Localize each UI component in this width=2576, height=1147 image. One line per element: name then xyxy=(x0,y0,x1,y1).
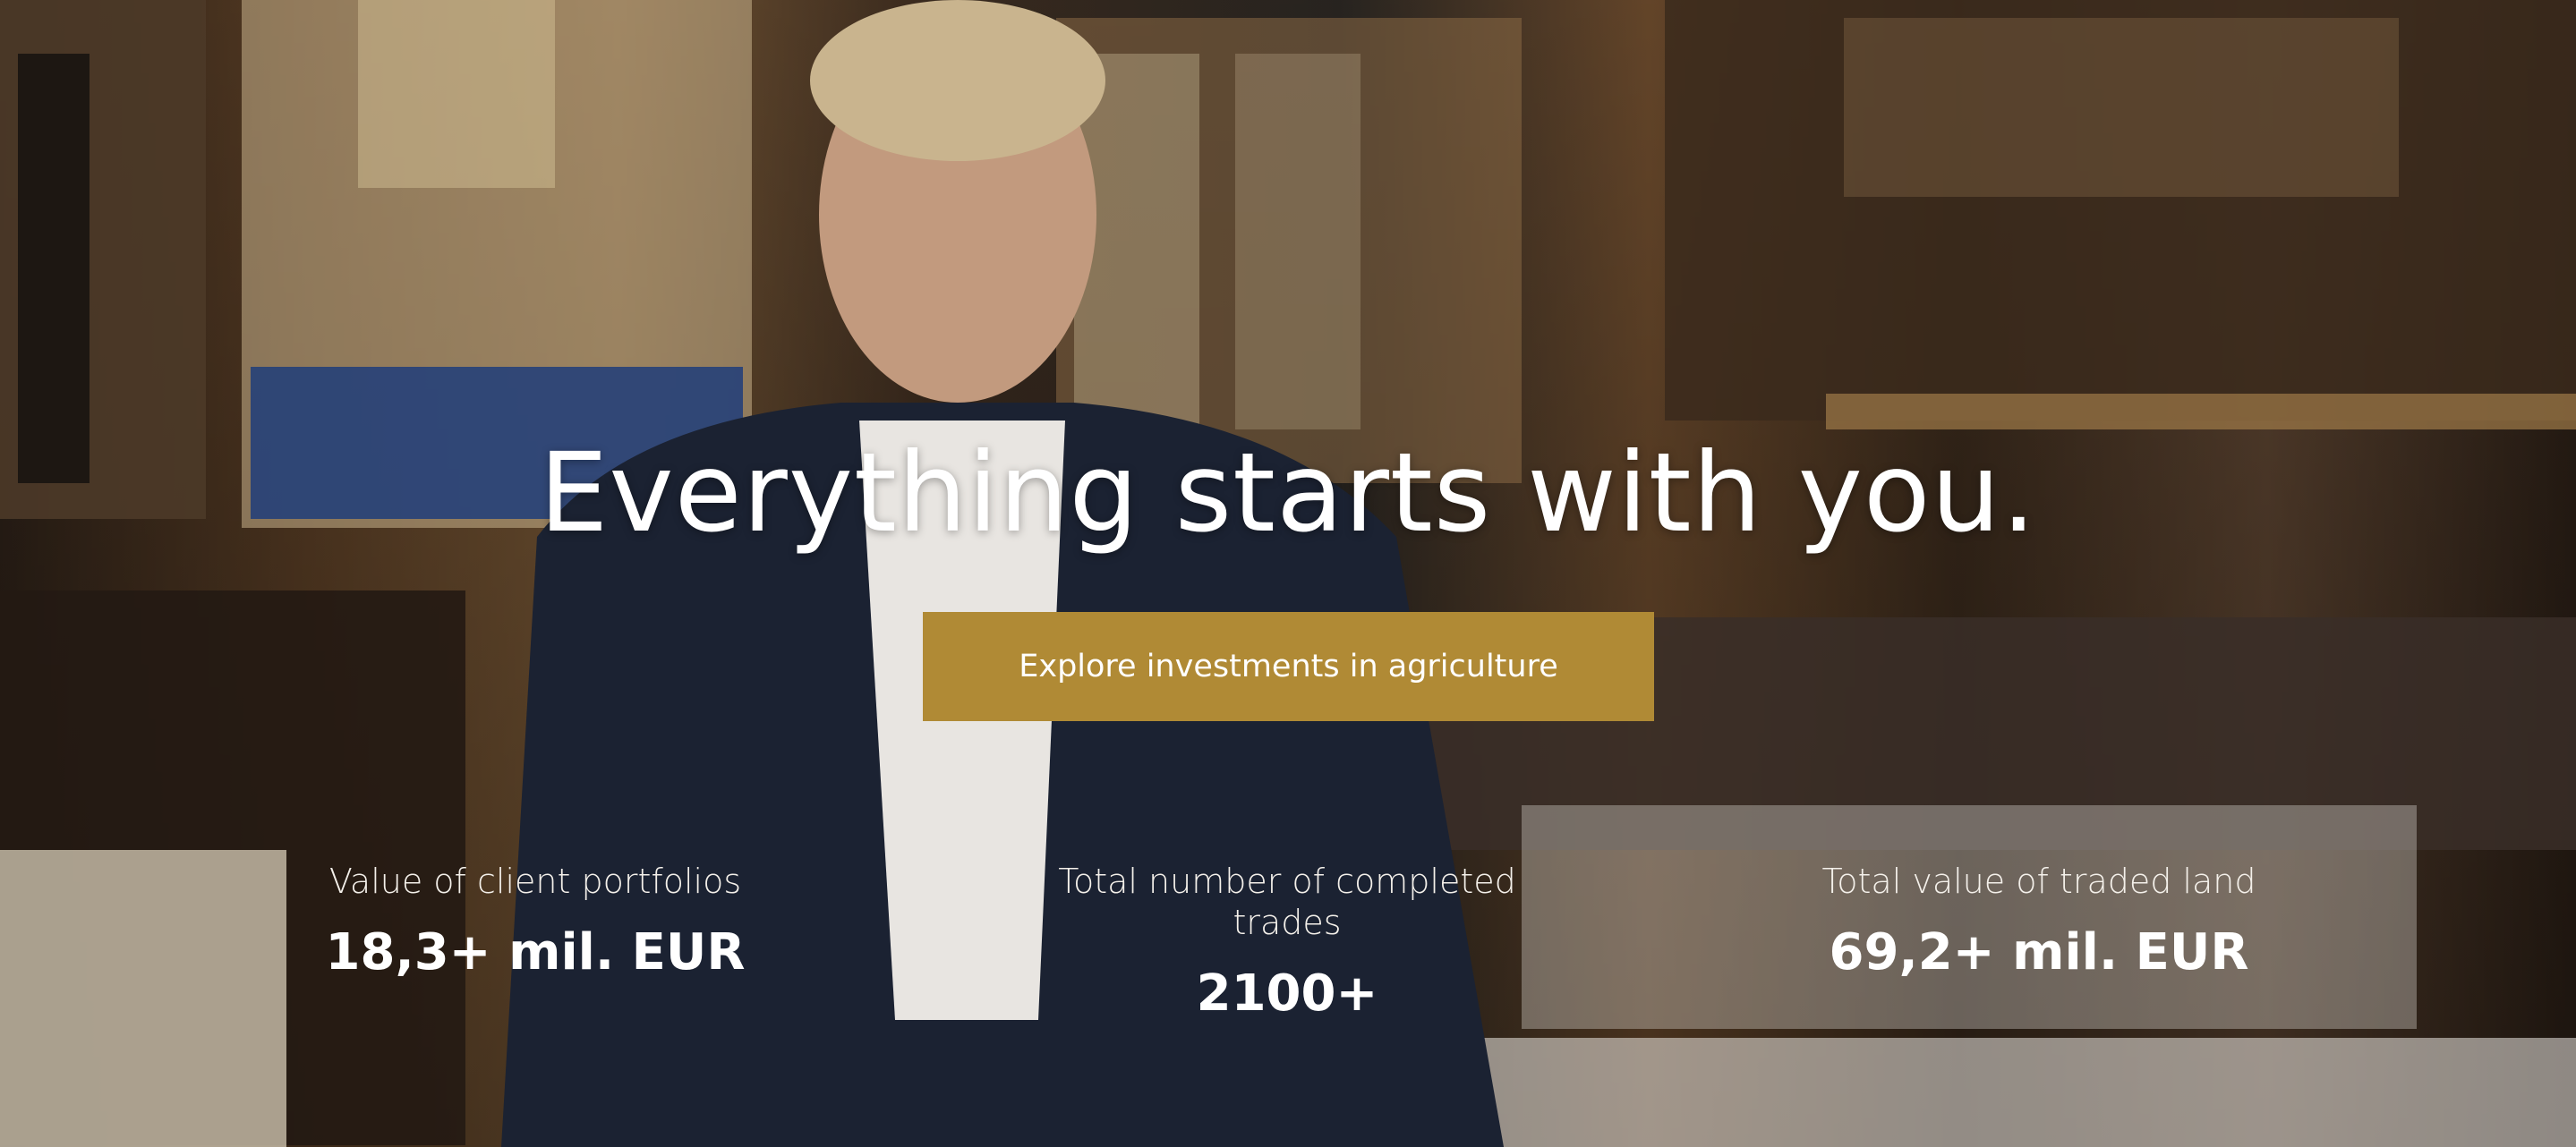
explore-investments-button[interactable]: Explore investments in agriculture xyxy=(923,612,1654,721)
stat-value: 2100+ xyxy=(1196,964,1378,1023)
stat-label: Total number of completed trades xyxy=(1058,862,1516,942)
stat-client-portfolios: Value of client portfolios 18,3+ mil. EU… xyxy=(285,861,786,981)
stat-completed-trades: Total number of completed trades 2100+ xyxy=(1036,861,1538,1023)
stat-label: Value of client portfolios xyxy=(328,862,742,901)
hero-section: Everything starts with you. Explore inve… xyxy=(0,0,2576,1147)
stat-traded-land: Total value of traded land 69,2+ mil. EU… xyxy=(1788,861,2290,981)
stat-value: 69,2+ mil. EUR xyxy=(1829,923,2249,981)
stat-label: Total value of traded land xyxy=(1821,862,2256,901)
stat-value: 18,3+ mil. EUR xyxy=(325,923,746,981)
hero-headline: Everything starts with you. xyxy=(539,429,2037,557)
